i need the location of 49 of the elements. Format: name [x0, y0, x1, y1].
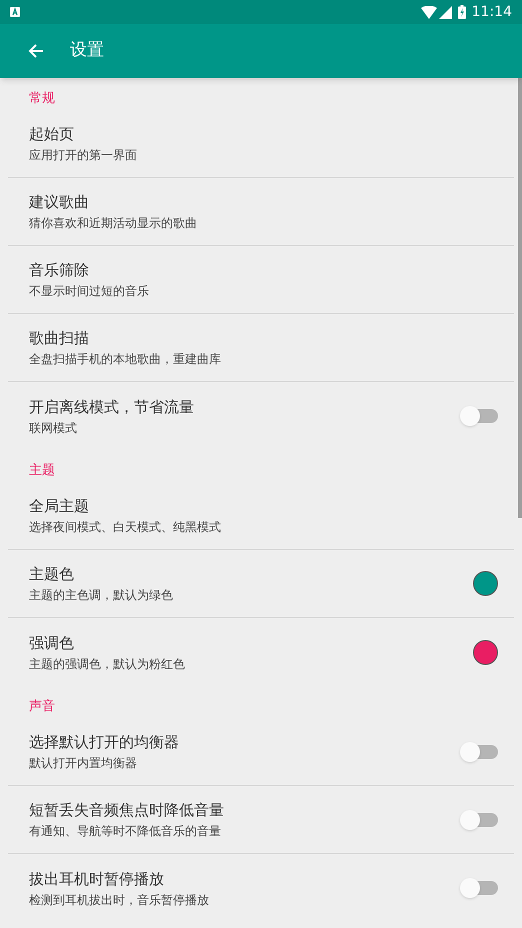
setting-subtitle: 主题的强调色，默认为粉红色 [29, 656, 186, 672]
toggle-switch[interactable] [460, 877, 498, 899]
setting-item[interactable]: 建议歌曲 猜你喜欢和近期活动显示的歌曲 [29, 192, 498, 231]
setting-subtitle: 检测到耳机拔出时，音乐暂停播放 [29, 892, 210, 908]
color-swatch[interactable] [473, 571, 498, 596]
setting-subtitle: 有通知、导航等时不降低音乐的音量 [29, 823, 222, 839]
setting-subtitle: 不显示时间过短的音乐 [29, 283, 150, 299]
setting-title: 强调色 [29, 632, 75, 652]
toggle-switch[interactable] [460, 740, 498, 762]
setting-subtitle: 应用打开的第一界面 [29, 147, 138, 163]
toggle-switch[interactable] [460, 808, 498, 830]
setting-subtitle: 联网模式 [29, 420, 78, 436]
setting-title: 起始页 [29, 124, 75, 144]
setting-title: 短暂丢失音频焦点时降低音量 [29, 800, 225, 820]
section-header: 声音 [29, 698, 55, 716]
setting-title: 全局主题 [29, 496, 90, 516]
setting-item[interactable]: 短暂丢失音频焦点时降低音量 有通知、导航等时不降低音乐的音量 [29, 800, 460, 839]
section-header: 主题 [29, 462, 55, 480]
setting-item[interactable]: 起始页 应用打开的第一界面 [29, 124, 498, 163]
setting-title: 主题色 [29, 564, 75, 584]
setting-subtitle: 全盘扫描手机的本地歌曲，重建曲库 [29, 351, 222, 367]
setting-title: 歌曲扫描 [29, 328, 90, 348]
setting-subtitle: 猜你喜欢和近期活动显示的歌曲 [29, 215, 198, 231]
setting-subtitle: 选择夜间模式、白天模式、纯黑模式 [29, 519, 222, 535]
setting-title: 选择默认打开的均衡器 [29, 732, 180, 752]
setting-subtitle: 默认打开内置均衡器 [29, 755, 138, 771]
battery-icon [458, 5, 466, 19]
setting-title: 开启离线模式，节省流量 [29, 396, 195, 416]
setting-item[interactable]: 歌曲扫描 全盘扫描手机的本地歌曲，重建曲库 [29, 328, 498, 367]
clock: 11:14 [472, 2, 512, 22]
signal-icon [438, 6, 452, 18]
toggle-switch[interactable] [460, 405, 498, 427]
setting-title: 音乐筛除 [29, 260, 90, 280]
setting-item[interactable]: 开启离线模式，节省流量 联网模式 [29, 396, 460, 436]
setting-item[interactable]: 选择默认打开的均衡器 默认打开内置均衡器 [29, 732, 460, 771]
setting-item[interactable]: 主题色 主题的主色调，默认为绿色 [29, 564, 473, 603]
setting-item[interactable]: 音乐筛除 不显示时间过短的音乐 [29, 260, 498, 299]
setting-item[interactable]: 拔出耳机时暂停播放 检测到耳机拔出时，音乐暂停播放 [29, 868, 460, 908]
notification-icon [10, 7, 20, 17]
setting-item[interactable]: 全局主题 选择夜间模式、白天模式、纯黑模式 [29, 496, 498, 535]
toolbar-title: 设置 [70, 39, 104, 62]
color-swatch[interactable] [473, 640, 498, 664]
setting-subtitle: 主题的主色调，默认为绿色 [29, 587, 174, 603]
setting-title: 建议歌曲 [29, 192, 90, 212]
setting-title: 拔出耳机时暂停播放 [29, 868, 165, 888]
section-header: 常规 [29, 90, 55, 108]
setting-item[interactable]: 强调色 主题的强调色，默认为粉红色 [29, 632, 473, 672]
back-arrow-icon [28, 43, 44, 59]
wifi-icon [420, 6, 437, 18]
